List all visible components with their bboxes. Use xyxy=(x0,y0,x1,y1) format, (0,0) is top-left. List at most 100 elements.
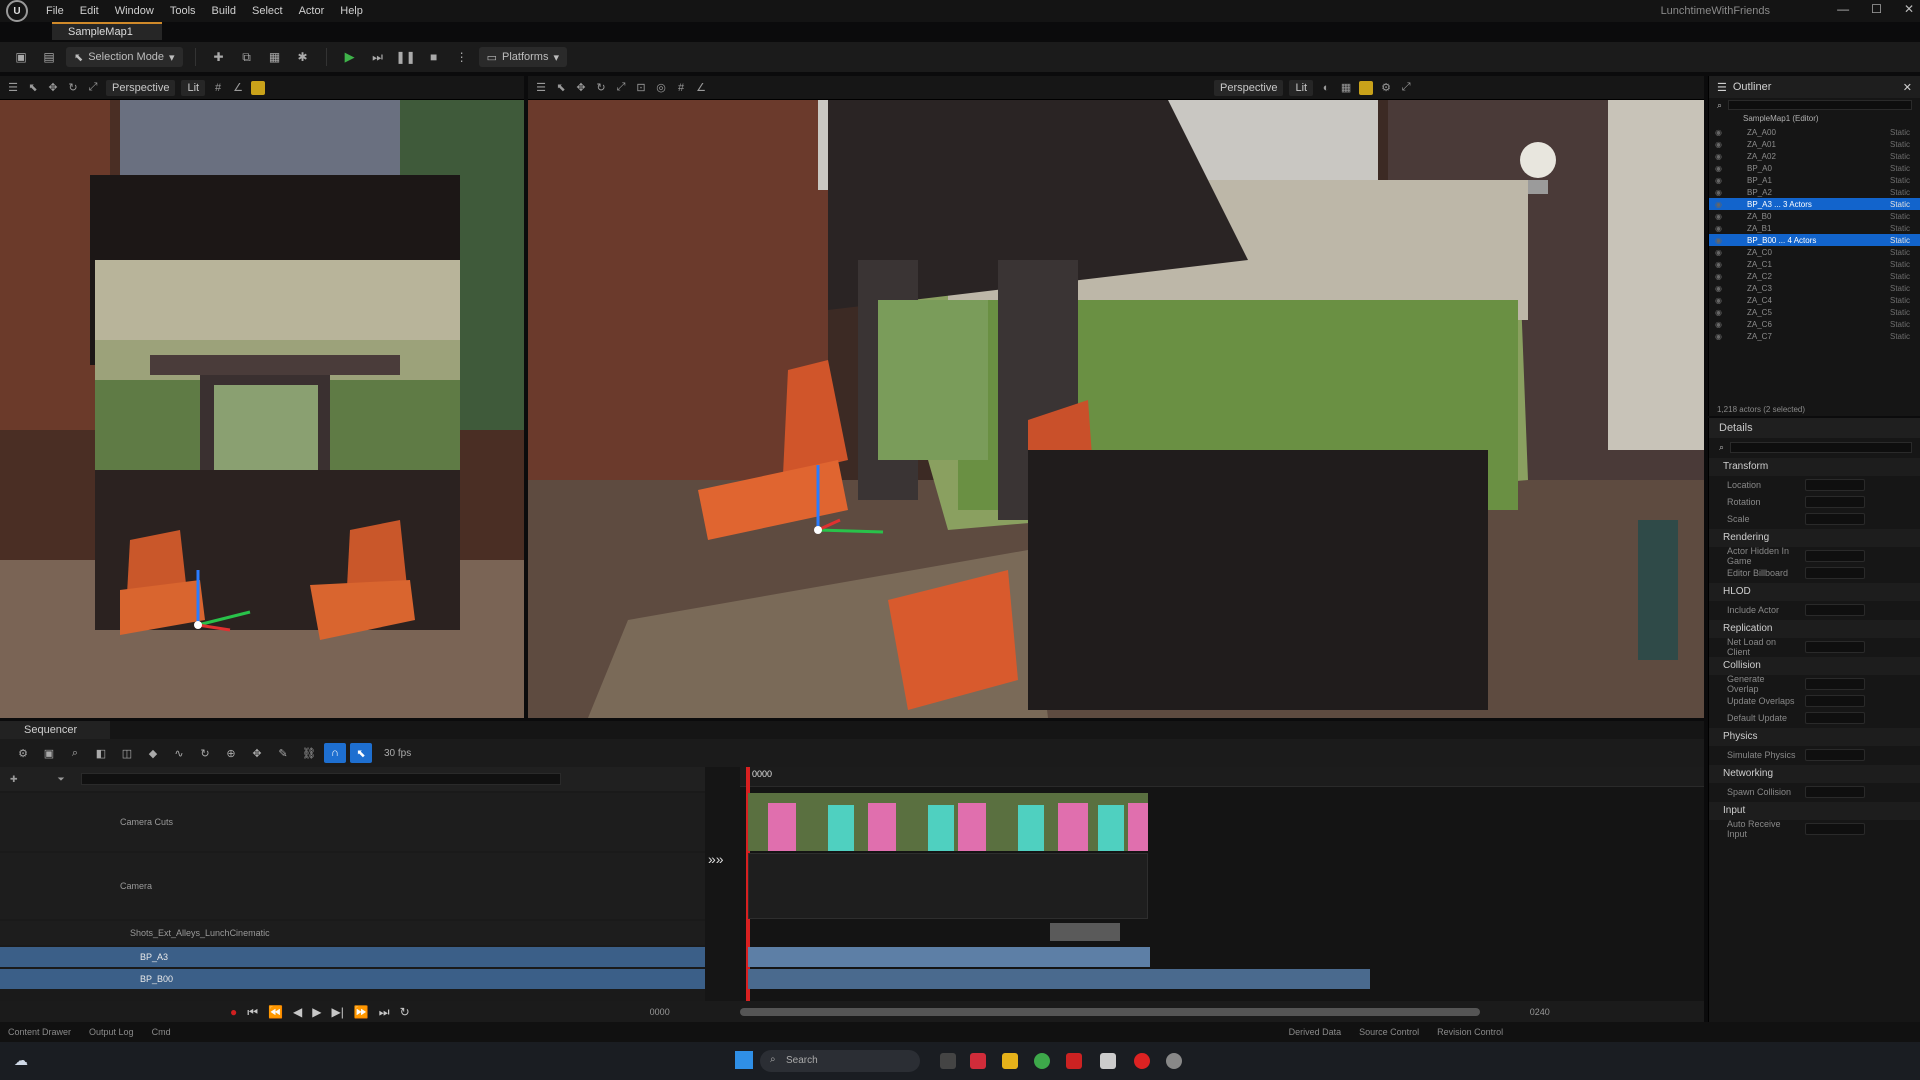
menu-edit[interactable]: Edit xyxy=(80,5,99,17)
track-bp-b00[interactable]: BP_B00 xyxy=(0,969,705,989)
cmd-button[interactable]: Cmd xyxy=(152,1027,171,1037)
blueprint-icon[interactable]: ⧉ xyxy=(236,47,258,67)
loop-icon[interactable]: ↻ xyxy=(400,1005,410,1019)
track-camera-cuts[interactable]: Camera Cuts xyxy=(0,793,705,851)
end-frame[interactable]: 0240 xyxy=(1530,1007,1550,1017)
menu-tools[interactable]: Tools xyxy=(170,5,196,17)
visibility-eye-icon[interactable]: ◉ xyxy=(1715,152,1722,161)
fps-label[interactable]: 30 fps xyxy=(384,748,411,759)
visibility-eye-icon[interactable]: ◉ xyxy=(1715,128,1722,137)
details-section-header[interactable]: Collision xyxy=(1709,657,1920,675)
grid-snap-icon[interactable]: # xyxy=(211,82,225,94)
snap-icon[interactable]: ⊕ xyxy=(220,743,242,763)
details-section-header[interactable]: Replication xyxy=(1709,620,1920,638)
weather-icon[interactable]: ☁ xyxy=(14,1052,28,1069)
more-options-icon[interactable]: ⋮ xyxy=(451,47,473,67)
menu-help[interactable]: Help xyxy=(340,5,363,17)
sequencer-timeline[interactable]: 0000 xyxy=(740,767,1704,1007)
outliner-row[interactable]: ◉ ZA_C1 Static xyxy=(1709,258,1920,270)
property-value-field[interactable] xyxy=(1805,549,1865,562)
lit-dropdown[interactable]: Lit xyxy=(181,79,206,96)
property-value-field[interactable] xyxy=(1805,603,1865,616)
time-ruler[interactable] xyxy=(740,767,1704,787)
outliner-row[interactable]: ◉ ZA_B0 Static xyxy=(1709,210,1920,222)
track-search-input[interactable] xyxy=(80,773,561,785)
track-camera[interactable]: Camera xyxy=(0,853,705,919)
property-value-field[interactable] xyxy=(1805,640,1865,653)
camera-speed-icon[interactable] xyxy=(251,80,266,95)
outliner-row[interactable]: ◉ ZA_C5 Static xyxy=(1709,306,1920,318)
menu-select[interactable]: Select xyxy=(252,5,283,17)
shots-clip[interactable] xyxy=(1050,923,1120,941)
filter-icon[interactable]: ⏷ xyxy=(58,774,65,785)
angle-snap-icon[interactable]: ∠ xyxy=(694,81,708,94)
view-mode-dropdown[interactable]: Perspective xyxy=(1214,79,1284,96)
pencil-icon[interactable]: ✎ xyxy=(272,743,294,763)
next-key-icon[interactable]: ⏩ xyxy=(354,1005,369,1019)
show-flags-icon[interactable]: ◐ xyxy=(1319,82,1333,94)
outliner-row[interactable]: ◉ BP_A3 ... 3 Actors Static xyxy=(1709,198,1920,210)
timeline-scrollbar[interactable] xyxy=(739,1008,1480,1016)
unreal-taskbar-icon[interactable] xyxy=(1100,1053,1116,1069)
windows-start-icon[interactable] xyxy=(735,1051,753,1069)
visibility-eye-icon[interactable]: ◉ xyxy=(1715,188,1722,197)
outliner-row[interactable]: ◉ ZA_C0 Static xyxy=(1709,246,1920,258)
viewport-main[interactable] xyxy=(528,100,1704,718)
step-icon[interactable]: ⏭ xyxy=(367,47,389,67)
cursor-icon[interactable]: ⬉ xyxy=(350,743,372,763)
property-value-field[interactable] xyxy=(1805,822,1865,835)
record-icon[interactable]: ● xyxy=(230,1005,237,1019)
visibility-eye-icon[interactable]: ◉ xyxy=(1715,140,1722,149)
outliner-row[interactable]: ◉ ZA_C3 Static xyxy=(1709,282,1920,294)
play-icon[interactable]: ▶ xyxy=(339,47,361,67)
previous-key-icon[interactable]: ⏪ xyxy=(268,1005,283,1019)
outliner-row[interactable]: ◉ ZA_C6 Static xyxy=(1709,318,1920,330)
outliner-row[interactable]: ◉ ZA_A02 Static xyxy=(1709,150,1920,162)
app-icon[interactable] xyxy=(1066,1053,1082,1069)
property-value-field[interactable] xyxy=(1805,677,1865,690)
maximize-button[interactable]: ☐ xyxy=(1871,2,1882,16)
revision-control-button[interactable]: Revision Control xyxy=(1437,1027,1503,1037)
stop-icon[interactable]: ■ xyxy=(423,47,445,67)
playback-icon[interactable]: ↻ xyxy=(194,743,216,763)
property-value-field[interactable] xyxy=(1805,512,1865,525)
property-value-field[interactable] xyxy=(1805,566,1865,579)
property-value-field[interactable] xyxy=(1805,711,1865,724)
camera-icon[interactable]: ◫ xyxy=(116,743,138,763)
move-tool-icon[interactable]: ✥ xyxy=(574,81,588,94)
details-search-input[interactable] xyxy=(1730,441,1912,453)
level-tab[interactable]: SampleMap1 xyxy=(52,22,162,40)
visibility-eye-icon[interactable]: ◉ xyxy=(1715,236,1722,245)
camera-cuts-clip[interactable] xyxy=(748,793,1148,851)
add-track-icon[interactable]: ✚ xyxy=(10,774,18,785)
sequencer-tab[interactable]: Sequencer xyxy=(0,721,110,739)
world-local-icon[interactable]: ◎ xyxy=(654,81,668,94)
details-section-header[interactable]: Transform xyxy=(1709,458,1920,476)
next-frame-icon[interactable]: ▶| xyxy=(331,1005,343,1019)
derived-data-button[interactable]: Derived Data xyxy=(1289,1027,1342,1037)
find-icon[interactable]: ⌕ xyxy=(64,743,86,763)
menu-icon[interactable]: ☰ xyxy=(534,81,548,94)
maximize-viewport-icon[interactable]: ⤢ xyxy=(1399,81,1413,94)
outliner-search-input[interactable] xyxy=(1728,100,1912,110)
details-section-header[interactable]: Physics xyxy=(1709,728,1920,746)
output-log-button[interactable]: Output Log xyxy=(89,1027,134,1037)
settings-icon[interactable]: ⚙ xyxy=(1379,81,1393,94)
details-section-header[interactable]: HLOD xyxy=(1709,583,1920,601)
property-value-field[interactable] xyxy=(1805,785,1865,798)
outliner-row[interactable]: ◉ ZA_B1 Static xyxy=(1709,222,1920,234)
visibility-eye-icon[interactable]: ◉ xyxy=(1715,260,1722,269)
bp-a3-section[interactable] xyxy=(748,947,1150,967)
angle-snap-icon[interactable]: ∠ xyxy=(231,81,245,94)
property-value-field[interactable] xyxy=(1805,495,1865,508)
magnet-icon[interactable]: ∩ xyxy=(324,743,346,763)
transform-icon[interactable]: ✥ xyxy=(246,743,268,763)
folder-icon[interactable]: ▤ xyxy=(38,47,60,67)
scalability-icon[interactable]: ▦ xyxy=(1339,81,1353,94)
menu-build[interactable]: Build xyxy=(212,5,236,17)
details-section-header[interactable]: Input xyxy=(1709,802,1920,820)
task-view-icon[interactable] xyxy=(940,1053,956,1069)
jump-to-start-icon[interactable]: ⏮ xyxy=(247,1005,258,1020)
play-icon[interactable]: ▶ xyxy=(312,1005,321,1019)
jump-to-end-icon[interactable]: ⏭ xyxy=(379,1005,390,1020)
